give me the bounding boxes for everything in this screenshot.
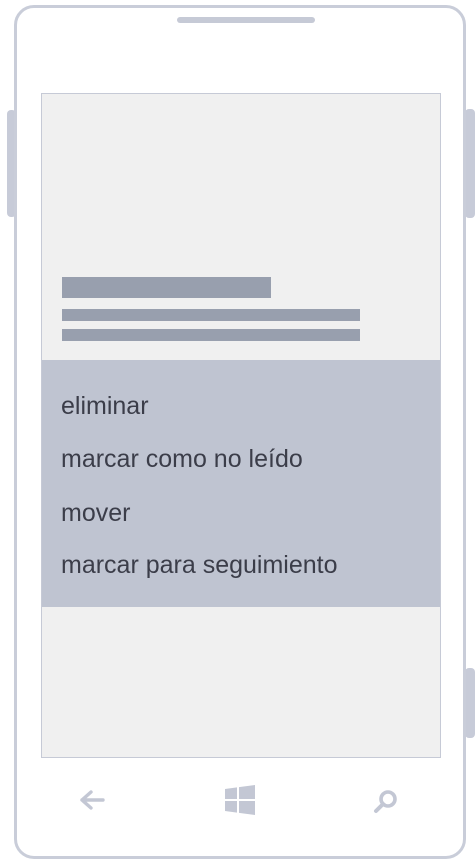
menu-item-move[interactable]: mover bbox=[61, 493, 130, 533]
preview-placeholder-line-2 bbox=[62, 329, 360, 341]
phone-mockup: eliminar marcar como no leído mover marc… bbox=[0, 0, 476, 861]
menu-item-flag[interactable]: marcar para seguimiento bbox=[61, 545, 338, 585]
menu-item-delete[interactable]: eliminar bbox=[61, 386, 149, 426]
start-button[interactable] bbox=[220, 780, 260, 820]
subject-placeholder-bar bbox=[62, 277, 271, 298]
right-camera-button bbox=[465, 668, 475, 738]
menu-item-mark-unread[interactable]: marcar como no leído bbox=[61, 439, 303, 479]
context-menu: eliminar marcar como no leído mover marc… bbox=[42, 360, 440, 607]
earpiece-speaker bbox=[177, 17, 315, 23]
device-frame: eliminar marcar como no leído mover marc… bbox=[14, 5, 466, 859]
search-icon bbox=[374, 790, 397, 813]
back-arrow-icon bbox=[80, 790, 105, 810]
preview-placeholder-line-1 bbox=[62, 309, 360, 321]
screen: eliminar marcar como no leído mover marc… bbox=[41, 93, 441, 758]
search-button[interactable] bbox=[366, 782, 406, 822]
right-volume-button bbox=[465, 109, 475, 218]
back-button[interactable] bbox=[72, 780, 112, 820]
windows-logo-icon bbox=[225, 785, 255, 815]
